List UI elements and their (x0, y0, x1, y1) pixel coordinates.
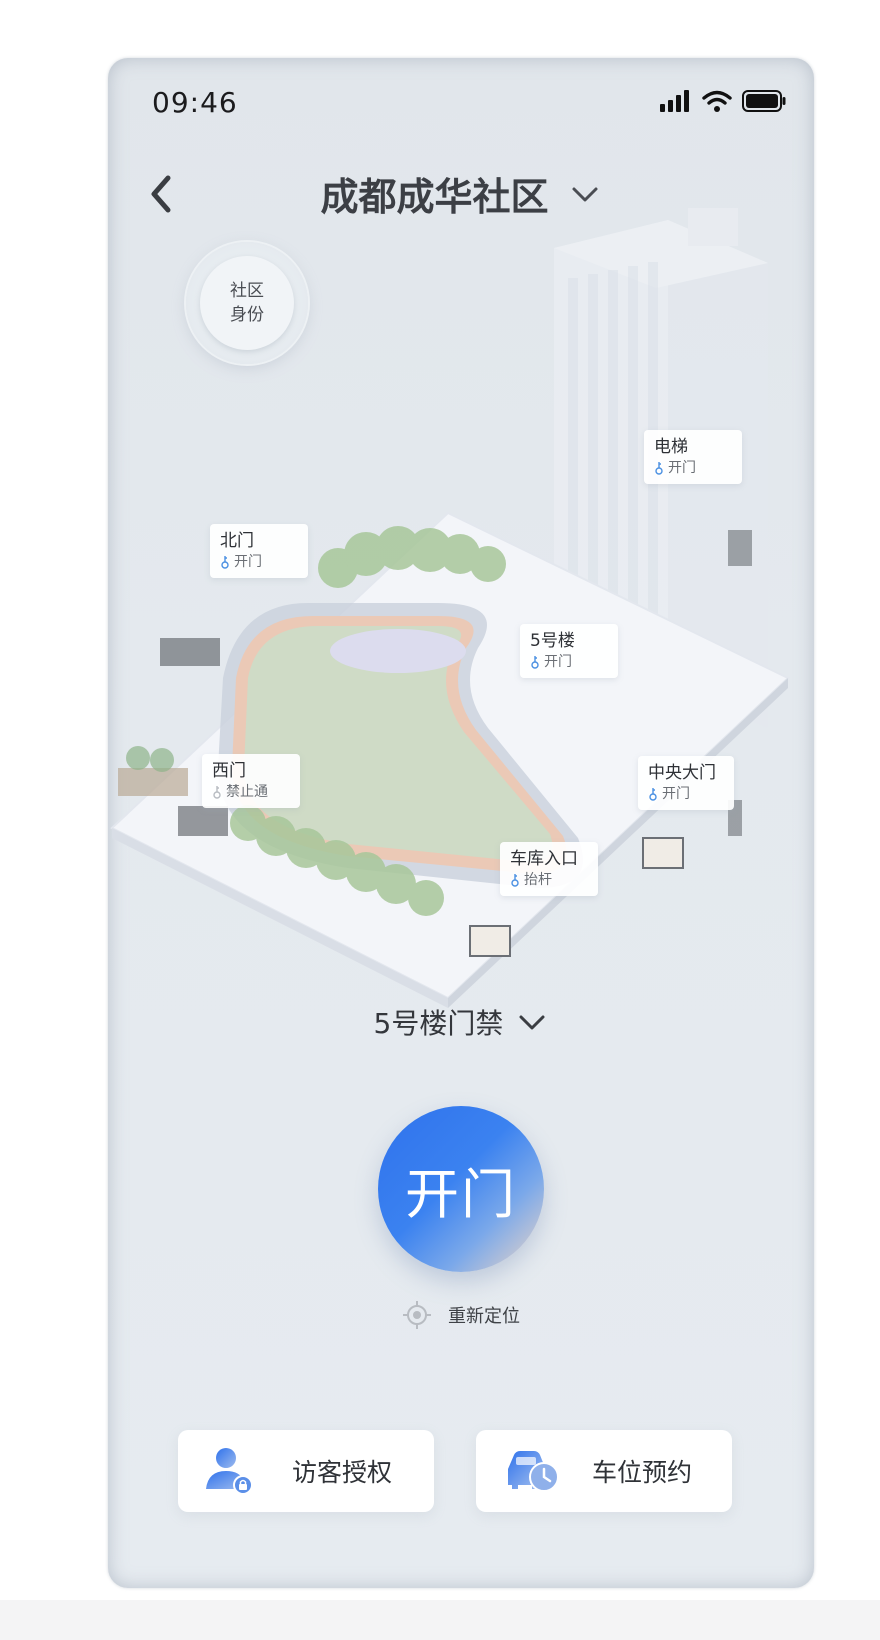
wifi-icon (702, 90, 732, 112)
map-label-building-5[interactable]: 5号楼 开门 (520, 624, 618, 678)
visitor-authorization-card[interactable]: 访客授权 (178, 1430, 434, 1512)
parking-reservation-icon (508, 1451, 559, 1492)
map-label-elevator[interactable]: 电梯 开门 (644, 430, 742, 484)
map-label-status: 开门 (530, 652, 608, 672)
map-label-status: 禁止通 (212, 782, 290, 802)
status-time: 09:46 (152, 86, 238, 119)
key-icon (649, 788, 657, 801)
map-label-status-text: 抬杆 (524, 872, 552, 888)
map-label-name: 车库入口 (510, 849, 578, 869)
relocate-label: 重新定位 (448, 1306, 520, 1327)
map-label-west-gate[interactable]: 西门 禁止通 (202, 754, 300, 808)
parking-reservation-card[interactable]: 车位预约 (476, 1430, 732, 1512)
battery-icon (742, 90, 786, 112)
map-label-status-text: 开门 (668, 460, 696, 476)
map-label-status-text: 禁止通 (226, 784, 268, 800)
identity-line-2: 身份 (230, 305, 264, 325)
map-label-name: 电梯 (654, 437, 688, 457)
map-label-status: 开门 (220, 552, 298, 572)
map-label-status: 开门 (654, 458, 732, 478)
open-door-button[interactable]: 开门 (378, 1106, 544, 1272)
map-label-north-gate[interactable]: 北门 开门 (210, 524, 308, 578)
map-label-garage-entrance[interactable]: 车库入口 抬杆 (500, 842, 598, 896)
map-label-central-gate[interactable]: 中央大门 开门 (638, 756, 734, 810)
parking-reservation-label: 车位预约 (592, 1458, 693, 1487)
chevron-down-icon (519, 1015, 545, 1030)
page-bottom-strip (0, 1600, 880, 1640)
community-identity-inner: 社区 身份 (200, 256, 294, 350)
relocate-button[interactable]: 重新定位 (108, 1300, 814, 1330)
map-label-status-text: 开门 (234, 554, 262, 570)
map-label-status: 开门 (648, 784, 724, 804)
visitor-icon (206, 1448, 253, 1495)
map-label-name: 北门 (220, 531, 254, 551)
phone-screen: 09:46 成都成华社区 电梯 开门 北门 开门 5号楼 开门 西门 禁止通 中… (108, 58, 814, 1588)
locate-icon (403, 1301, 431, 1329)
key-icon (511, 874, 519, 887)
door-selector-value: 5号楼门禁 (373, 1007, 504, 1040)
community-identity-button[interactable]: 社区 身份 (186, 242, 308, 364)
map-label-name: 5号楼 (530, 631, 575, 651)
identity-line-1: 社区 (230, 281, 264, 301)
chevron-down-icon (572, 187, 598, 201)
open-door-label: 开门 (405, 1162, 517, 1226)
map-label-name: 中央大门 (648, 763, 716, 783)
cellular-signal-icon (660, 90, 689, 112)
key-icon (221, 556, 229, 569)
door-selector[interactable]: 5号楼门禁 (108, 1002, 814, 1042)
key-icon (655, 462, 663, 475)
visitor-authorization-label: 访客授权 (292, 1458, 393, 1487)
map-label-status-text: 开门 (662, 786, 690, 802)
map-label-status: 抬杆 (510, 870, 588, 890)
status-icons (660, 90, 786, 112)
key-disabled-icon (213, 786, 221, 799)
key-icon (531, 656, 539, 669)
map-label-status-text: 开门 (544, 654, 572, 670)
map-label-name: 西门 (212, 761, 246, 781)
status-bar: 09:46 (108, 58, 814, 142)
